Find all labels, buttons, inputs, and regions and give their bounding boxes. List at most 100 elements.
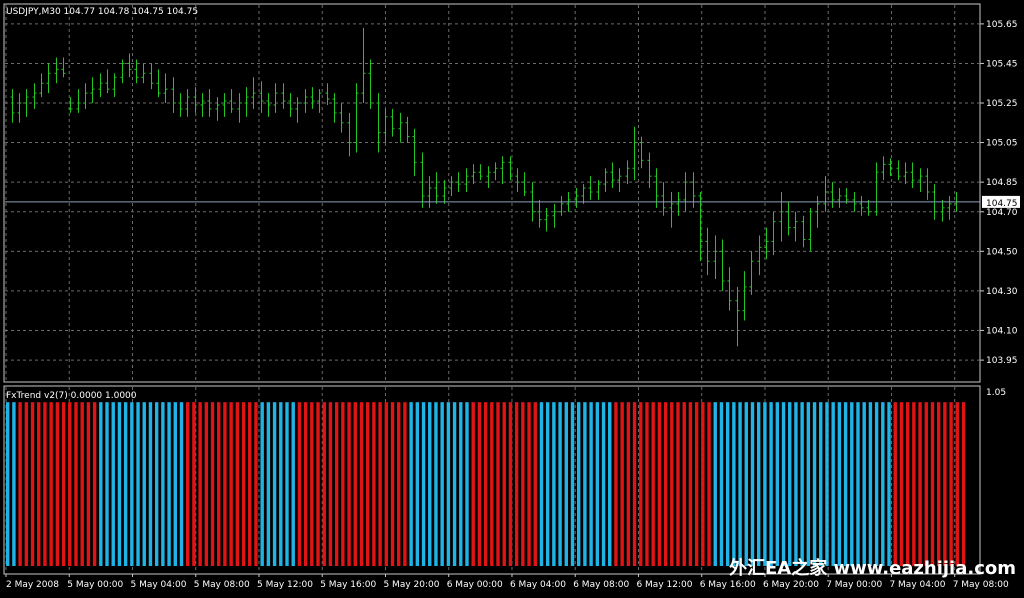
time-tick-label: 5 May 20:00: [383, 580, 439, 590]
fxtrend-down-bar: [223, 402, 227, 566]
fxtrend-up-bar: [452, 402, 457, 566]
price-bar: [193, 87, 198, 113]
price-bar: [434, 172, 439, 204]
time-tick-label: 2 May 2008: [6, 580, 59, 590]
fxtrend-down-bar: [18, 402, 22, 566]
price-bar: [823, 176, 828, 212]
fxtrend-down-bar: [651, 402, 655, 566]
fxtrend-down-bar: [496, 402, 500, 566]
fxtrend-up-bar: [167, 402, 171, 566]
fxtrend-up-bar: [750, 402, 755, 566]
time-tick-label: 7 May 08:00: [953, 580, 1009, 590]
price-bar: [237, 93, 242, 123]
fxtrend-down-bar: [626, 402, 631, 566]
fxtrend-down-bar: [533, 402, 537, 566]
chart-canvas[interactable]: 105.65105.45105.25105.05104.85104.70104.…: [0, 0, 1024, 594]
price-bar: [947, 195, 952, 220]
time-tick-label: 6 May 16:00: [700, 580, 756, 590]
fxtrend-up-bar: [887, 402, 891, 566]
price-bar: [552, 203, 557, 228]
fxtrend-up-bar: [843, 402, 848, 566]
fxtrend-up-bar: [421, 402, 426, 566]
fxtrend-down-bar: [248, 402, 252, 566]
price-bar: [779, 192, 784, 242]
fxtrend-up-bar: [862, 402, 866, 566]
fxtrend-down-bar: [403, 402, 407, 566]
price-bar: [683, 172, 688, 212]
price-tick-label: 104.50: [986, 247, 1018, 257]
fxtrend-down-bar: [347, 402, 351, 566]
fxtrend-up-bar: [6, 402, 10, 566]
fxtrend-down-bar: [521, 402, 525, 566]
fxtrend-down-bar: [670, 402, 674, 566]
fxtrend-down-bar: [353, 402, 357, 566]
price-bar: [281, 83, 286, 109]
price-bar: [347, 112, 352, 157]
time-tick-label: 6 May 20:00: [763, 580, 819, 590]
price-bar: [727, 267, 732, 311]
price-bar: [874, 162, 879, 216]
fxtrend-up-bar: [545, 402, 550, 566]
price-bar: [98, 73, 103, 98]
price-bar: [771, 211, 776, 256]
price-bar: [442, 180, 447, 204]
price-bar: [940, 199, 945, 222]
price-bar: [559, 195, 564, 216]
price-tick-label: 105.45: [986, 59, 1018, 69]
fxtrend-up-bar: [570, 402, 575, 566]
fxtrend-down-bar: [192, 402, 196, 566]
fxtrend-up-bar: [713, 402, 717, 566]
price-bar: [46, 63, 51, 94]
fxtrend-down-bar: [217, 402, 221, 566]
fxtrend-up-bar: [415, 402, 420, 566]
price-bar: [859, 195, 864, 216]
chart-window: 105.65 105.45 105.25 105.05 104.85 104.70 104.…: [0, 0, 1024, 594]
fxtrend-down-bar: [912, 402, 916, 566]
price-bar: [808, 207, 813, 252]
fxtrend-down-bar: [43, 402, 47, 566]
fxtrend-up-bar: [831, 402, 835, 566]
fxtrend-up-bar: [769, 402, 773, 566]
fxtrend-down-bar: [328, 402, 333, 566]
price-bar: [200, 93, 205, 117]
fxtrend-down-bar: [241, 402, 246, 566]
price-bar: [68, 97, 73, 113]
fxtrend-down-bar: [397, 402, 401, 566]
price-bar: [603, 168, 608, 192]
fxtrend-up-bar: [111, 402, 115, 566]
fxtrend-up-bar: [117, 402, 122, 566]
price-bar: [54, 57, 59, 84]
fxtrend-up-bar: [806, 402, 811, 566]
price-bar: [112, 73, 117, 98]
fxtrend-down-bar: [918, 402, 922, 566]
price-axis: 105.65105.45105.25105.05104.85104.70104.…: [980, 20, 1018, 398]
fxtrend-down-bar: [390, 402, 395, 566]
fxtrend-down-bar: [297, 402, 302, 566]
price-bar: [896, 160, 901, 181]
fxtrend-up-bar: [173, 402, 177, 566]
price-bar: [368, 59, 373, 109]
price-bar: [215, 97, 220, 121]
price-tick-label: 104.70: [986, 208, 1018, 218]
fxtrend-up-bar: [154, 402, 159, 566]
fxtrend-down-bar: [688, 402, 693, 566]
time-tick-label: 7 May 00:00: [826, 580, 882, 590]
fxtrend-down-bar: [365, 402, 370, 566]
price-bar: [127, 53, 132, 78]
fxtrend-up-bar: [440, 402, 444, 566]
price-bar: [515, 168, 520, 192]
price-bar: [412, 128, 417, 177]
fxtrend-up-bar: [868, 402, 873, 566]
price-bar: [471, 164, 476, 185]
fxtrend-down-bar: [527, 402, 531, 566]
price-bar: [596, 180, 601, 200]
fxtrend-up-bar: [819, 402, 823, 566]
fxtrend-down-bar: [955, 402, 960, 566]
fxtrend-down-bar: [80, 402, 84, 566]
fxtrend-up-bar: [142, 402, 146, 566]
fxtrend-down-bar: [37, 402, 41, 566]
main-header: USDJPY,M30 104.77 104.78 104.75 104.75: [6, 7, 198, 17]
fxtrend-down-bar: [235, 402, 240, 566]
price-bar: [925, 168, 930, 200]
fxtrend-down-bar: [303, 402, 308, 566]
